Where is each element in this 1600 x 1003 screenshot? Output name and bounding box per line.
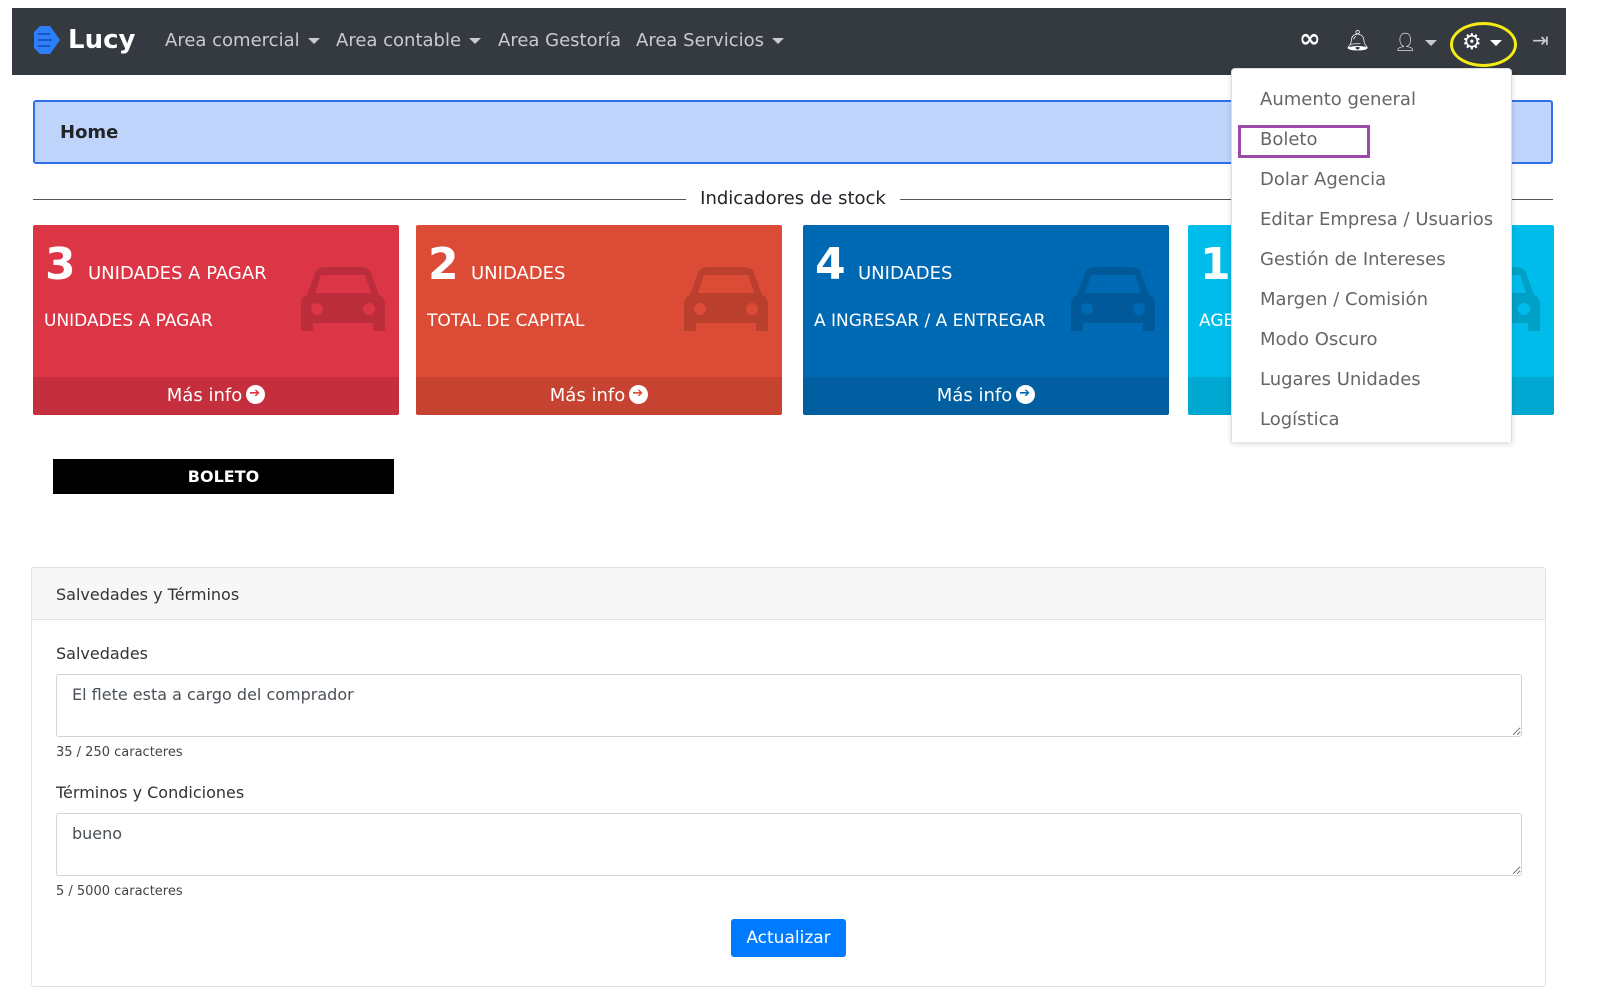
card-subtitle: UNIDADES A PAGAR	[44, 311, 213, 331]
card-count: 2	[428, 239, 459, 290]
settings-menu-item[interactable]: Lugares Unidades	[1260, 369, 1421, 390]
user-menu[interactable]: 👤︎	[1394, 32, 1437, 53]
caret-down-icon	[772, 37, 784, 44]
car-icon	[1071, 267, 1155, 331]
nav-area-comercial[interactable]: Area comercial	[165, 30, 320, 51]
more-info-label: Más info	[936, 385, 1013, 406]
card-header: Salvedades y Términos	[32, 568, 1545, 620]
car-icon	[684, 267, 768, 331]
update-button[interactable]: Actualizar	[731, 919, 846, 957]
card-title: UNIDADES A PAGAR	[88, 263, 267, 284]
navbar: Lucy Area comercial Area contable Area G…	[12, 8, 1566, 75]
salvedades-label: Salvedades	[56, 644, 149, 663]
card-subtitle: A INGRESAR / A ENTREGAR	[814, 311, 1046, 331]
lucy-logo-icon	[34, 26, 60, 54]
nav-area-contable[interactable]: Area contable	[336, 30, 482, 51]
settings-menu-item[interactable]: Modo Oscuro	[1260, 329, 1378, 350]
nav-label: Area comercial	[165, 30, 300, 51]
stock-card: 3 UNIDADES A PAGAR UNIDADES A PAGAR Más …	[33, 225, 399, 415]
nav-label: Area Gestoría	[498, 30, 622, 51]
settings-menu-item[interactable]: Aumento general	[1260, 89, 1416, 110]
nav-label: Area Servicios	[636, 30, 764, 51]
stock-card: 2 UNIDADES TOTAL DE CAPITAL Más info	[416, 225, 782, 415]
card-count: 1	[1200, 239, 1231, 290]
card-count: 3	[45, 239, 76, 290]
settings-menu-item[interactable]: Margen / Comisión	[1260, 289, 1428, 310]
more-info-link[interactable]: Más info	[416, 375, 782, 415]
annotation-ring	[1450, 22, 1517, 67]
card-subtitle: AGE	[1199, 311, 1235, 331]
user-icon: 👤︎	[1394, 32, 1417, 53]
card-title: UNIDADES	[471, 263, 566, 284]
brand-name: Lucy	[68, 25, 136, 55]
card-title: UNIDADES	[858, 263, 953, 284]
more-info-label: Más info	[549, 385, 626, 406]
boleto-title: BOLETO	[53, 459, 394, 494]
caret-down-icon	[1424, 39, 1437, 46]
arrow-circle-right-icon	[1016, 375, 1036, 413]
more-info-label: Más info	[166, 385, 243, 406]
salvedades-textarea[interactable]: El flete esta a cargo del comprador	[56, 674, 1522, 737]
caret-down-icon	[469, 37, 482, 44]
card-subtitle: TOTAL DE CAPITAL	[427, 311, 585, 331]
settings-menu-item[interactable]: Logística	[1260, 409, 1340, 430]
arrow-circle-right-icon	[629, 375, 649, 413]
nav-area-servicios[interactable]: Area Servicios	[636, 30, 784, 51]
arrow-circle-right-icon	[246, 375, 266, 413]
bell-icon[interactable]: 🔔︎	[1345, 28, 1370, 52]
stock-card: 4 UNIDADES A INGRESAR / A ENTREGAR Más i…	[803, 225, 1169, 415]
caret-down-icon	[307, 37, 320, 44]
more-info-link[interactable]: Más info	[803, 375, 1169, 415]
settings-menu-item[interactable]: Editar Empresa / Usuarios	[1260, 209, 1493, 230]
terms-form-card: Salvedades y Términos Salvedades El flet…	[31, 567, 1546, 987]
settings-menu-item[interactable]: Gestión de Intereses	[1260, 249, 1446, 270]
car-icon	[301, 267, 385, 331]
terminos-label: Términos y Condiciones	[56, 783, 245, 802]
settings-menu-item[interactable]: Dolar Agencia	[1260, 169, 1386, 190]
page-title: Home	[60, 122, 119, 143]
nav-area-gestoria[interactable]: Area Gestoría	[498, 30, 621, 51]
logout-icon[interactable]: ⇥	[1532, 28, 1549, 52]
salvedades-char-count: 35 / 250 caracteres	[56, 745, 183, 760]
brand-logo[interactable]: Lucy	[32, 24, 135, 56]
terminos-textarea[interactable]: bueno	[56, 813, 1522, 876]
nav-label: Area contable	[336, 30, 462, 51]
card-count: 4	[815, 239, 846, 290]
more-info-link[interactable]: Más info	[33, 375, 399, 415]
infinity-icon[interactable]: ∞	[1299, 24, 1321, 54]
terminos-char-count: 5 / 5000 caracteres	[56, 884, 183, 899]
section-heading: Indicadores de stock	[686, 188, 900, 209]
annotation-highlight-box	[1238, 125, 1370, 158]
